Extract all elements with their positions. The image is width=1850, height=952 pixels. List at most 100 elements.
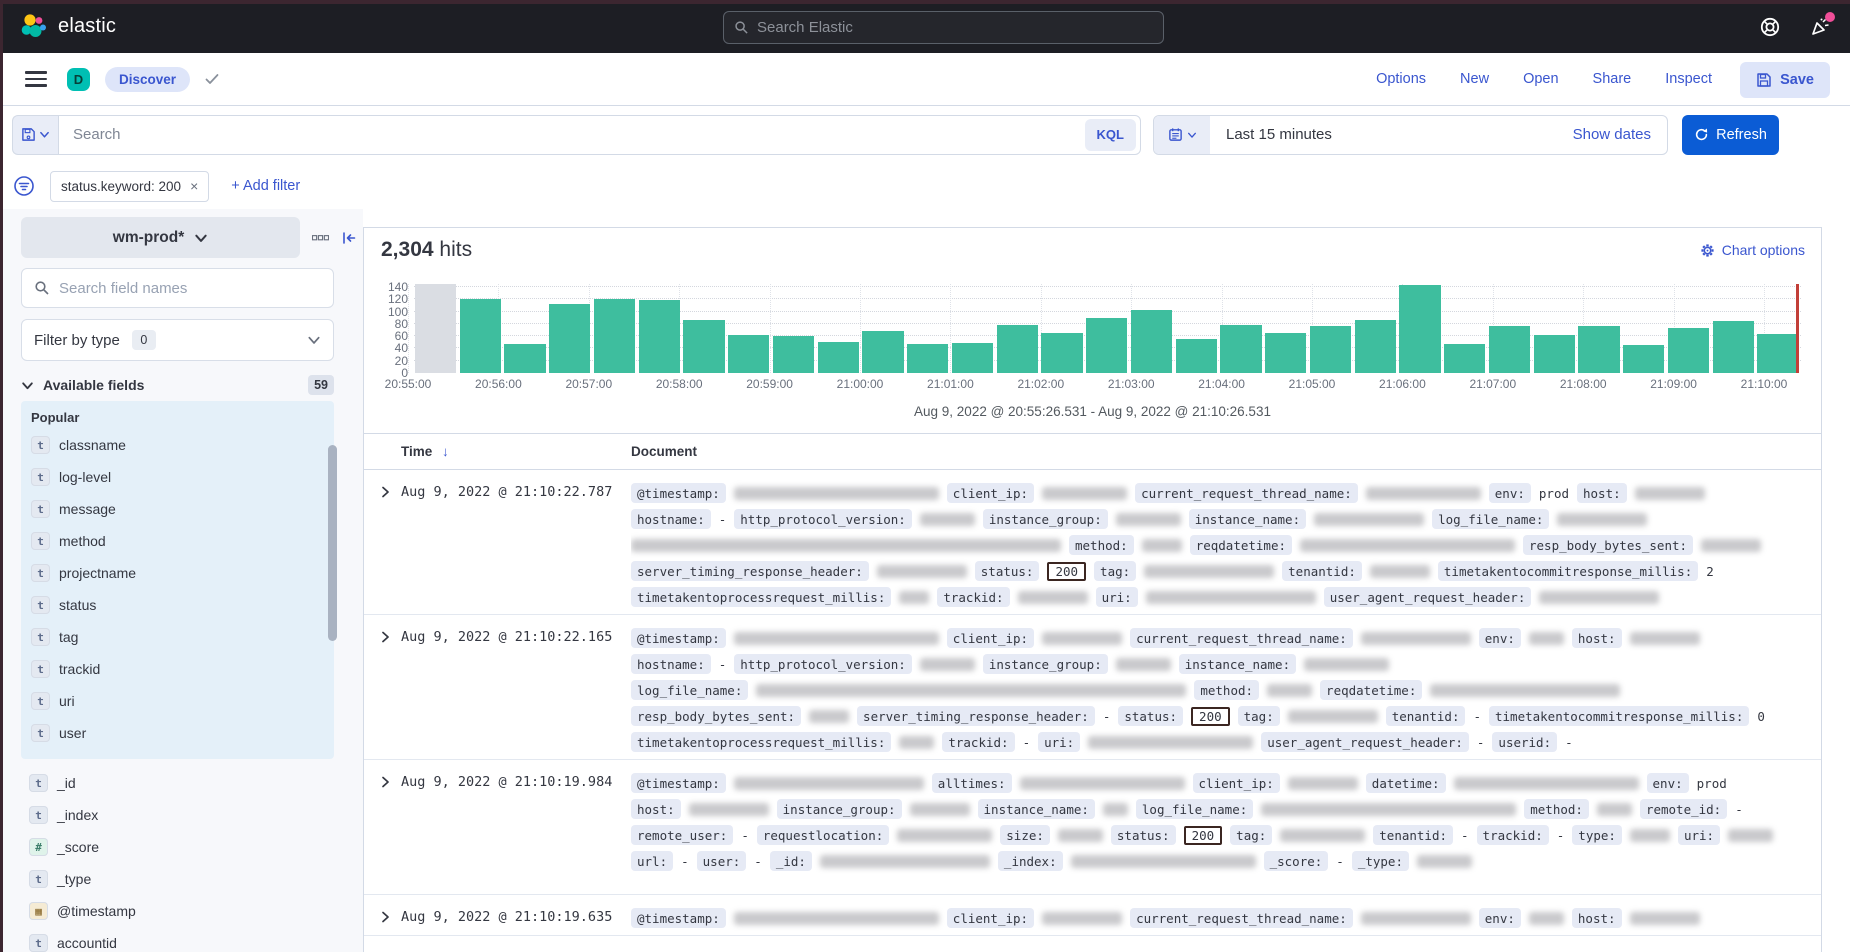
field-item-accountid[interactable]: taccountid: [21, 927, 334, 952]
field-chip: instance_group:: [983, 509, 1108, 529]
histogram-bar[interactable]: [1355, 320, 1396, 373]
chevron-down-icon: [1187, 130, 1197, 140]
field-item-classname[interactable]: tclassname: [29, 429, 334, 461]
histogram-bar[interactable]: [862, 331, 903, 373]
histogram-bar[interactable]: [1757, 334, 1798, 373]
field-search-input[interactable]: Search field names: [21, 268, 334, 308]
sidebar-scrollbar[interactable]: [328, 445, 337, 641]
field-item-status[interactable]: tstatus: [29, 589, 334, 621]
histogram-bar[interactable]: [997, 325, 1038, 373]
available-fields-accordion[interactable]: Available fields 59: [21, 375, 334, 395]
histogram-bar[interactable]: [1310, 326, 1351, 373]
histogram-bar[interactable]: [1623, 345, 1664, 373]
filter-pill-label: status.keyword: 200: [61, 179, 181, 194]
histogram-bar[interactable]: [1534, 335, 1575, 373]
histogram-bar[interactable]: [504, 344, 545, 373]
field-item-@timestamp[interactable]: ▦@timestamp: [21, 895, 334, 927]
field-item-message[interactable]: tmessage: [29, 493, 334, 525]
field-item-trackid[interactable]: ttrackid: [29, 653, 334, 685]
field-item-_index[interactable]: t_index: [21, 799, 334, 831]
quick-select-menu-button[interactable]: [1154, 116, 1210, 154]
global-search-input[interactable]: Search Elastic: [723, 11, 1164, 44]
filter-pill[interactable]: status.keyword: 200 ×: [50, 171, 209, 202]
breadcrumb[interactable]: Discover: [105, 67, 190, 92]
histogram-bar[interactable]: [1578, 326, 1619, 373]
open-button[interactable]: Open: [1523, 71, 1558, 87]
elastic-logo[interactable]: elastic: [20, 13, 116, 41]
expand-row-icon[interactable]: [377, 628, 395, 646]
expand-row-icon[interactable]: [377, 483, 395, 501]
collapse-sidebar-icon[interactable]: [341, 230, 357, 246]
field-item-projectname[interactable]: tprojectname: [29, 557, 334, 589]
help-icon[interactable]: [1758, 15, 1782, 39]
histogram-bar[interactable]: [1086, 318, 1127, 373]
inspect-button[interactable]: Inspect: [1665, 71, 1712, 87]
chart-options-button[interactable]: Chart options: [1700, 242, 1805, 258]
field-item-_id[interactable]: t_id: [21, 767, 334, 799]
field-chip: @timestamp:: [631, 773, 726, 793]
expand-row-icon[interactable]: [377, 773, 395, 791]
histogram-bar[interactable]: [1265, 333, 1306, 373]
filter-by-type-select[interactable]: Filter by type 0: [21, 319, 334, 361]
sort-descending-icon[interactable]: ↓: [442, 444, 449, 459]
histogram-bar[interactable]: [728, 335, 769, 373]
field-value: -: [1103, 709, 1111, 724]
row-document[interactable]: @timestamp:alltimes:client_ip:datetime:e…: [631, 770, 1821, 874]
histogram-bar[interactable]: [952, 343, 993, 373]
row-document[interactable]: @timestamp:client_ip:current_request_thr…: [631, 625, 1821, 755]
menu-icon[interactable]: [25, 71, 47, 87]
histogram-bar[interactable]: [1668, 328, 1709, 373]
histogram-bar[interactable]: [549, 304, 590, 373]
row-timestamp: Aug 9, 2022 @ 21:10:19.984: [401, 770, 631, 874]
field-chip: hostname:: [631, 654, 711, 674]
saved-query-menu-button[interactable]: [12, 115, 58, 155]
time-column-header[interactable]: Time ↓: [401, 444, 631, 459]
histogram-bar[interactable]: [460, 299, 501, 373]
options-button[interactable]: Options: [1376, 71, 1426, 87]
histogram-bar[interactable]: [594, 299, 635, 373]
histogram-bar[interactable]: [1131, 310, 1172, 373]
histogram-bar[interactable]: [1444, 344, 1485, 373]
field-item-method[interactable]: tmethod: [29, 525, 334, 557]
query-input[interactable]: Search KQL: [58, 115, 1141, 155]
show-dates-button[interactable]: Show dates: [1573, 126, 1651, 143]
histogram-bar[interactable]: [1399, 285, 1440, 373]
remove-filter-icon[interactable]: ×: [190, 178, 198, 194]
field-item-log-level[interactable]: tlog-level: [29, 461, 334, 493]
filter-by-type-label: Filter by type: [34, 332, 120, 349]
histogram-bar[interactable]: [773, 336, 814, 373]
field-item-user[interactable]: tuser: [29, 717, 334, 749]
histogram-bar[interactable]: [1489, 326, 1530, 373]
add-filter-button[interactable]: + Add filter: [231, 178, 300, 194]
histogram-bar[interactable]: [1041, 333, 1082, 373]
row-document[interactable]: @timestamp:client_ip:current_request_thr…: [631, 905, 1821, 931]
field-item-_score[interactable]: #_score: [21, 831, 334, 863]
newsfeed-icon[interactable]: [1808, 15, 1832, 39]
new-button[interactable]: New: [1460, 71, 1489, 87]
histogram-bar[interactable]: [907, 344, 948, 373]
space-badge[interactable]: D: [67, 68, 90, 91]
filter-icon[interactable]: [12, 174, 36, 198]
save-button[interactable]: Save: [1740, 62, 1830, 98]
field-settings-icon[interactable]: [312, 234, 329, 242]
expand-row-icon[interactable]: [377, 908, 395, 926]
histogram-bar[interactable]: [639, 300, 680, 373]
histogram-bar[interactable]: [1176, 339, 1217, 373]
histogram-bar[interactable]: [1220, 325, 1261, 373]
field-item-_type[interactable]: t_type: [21, 863, 334, 895]
histogram-bar[interactable]: [683, 320, 724, 373]
histogram-bar[interactable]: [1713, 321, 1754, 373]
notification-dot: [1825, 12, 1835, 22]
histogram-partial-bucket[interactable]: [415, 284, 456, 373]
kql-language-button[interactable]: KQL: [1085, 119, 1136, 151]
field-item-tag[interactable]: ttag: [29, 621, 334, 653]
histogram-plot[interactable]: 140120100806040200: [414, 284, 1801, 373]
share-button[interactable]: Share: [1593, 71, 1632, 87]
field-value: prod: [1539, 486, 1569, 501]
refresh-button[interactable]: Refresh: [1682, 115, 1779, 155]
histogram-bar[interactable]: [818, 342, 859, 373]
field-item-uri[interactable]: turi: [29, 685, 334, 717]
row-document[interactable]: @timestamp:client_ip:current_request_thr…: [631, 480, 1821, 610]
index-pattern-switcher[interactable]: wm-prod*: [21, 217, 300, 258]
time-range-value[interactable]: Last 15 minutes: [1226, 126, 1332, 143]
